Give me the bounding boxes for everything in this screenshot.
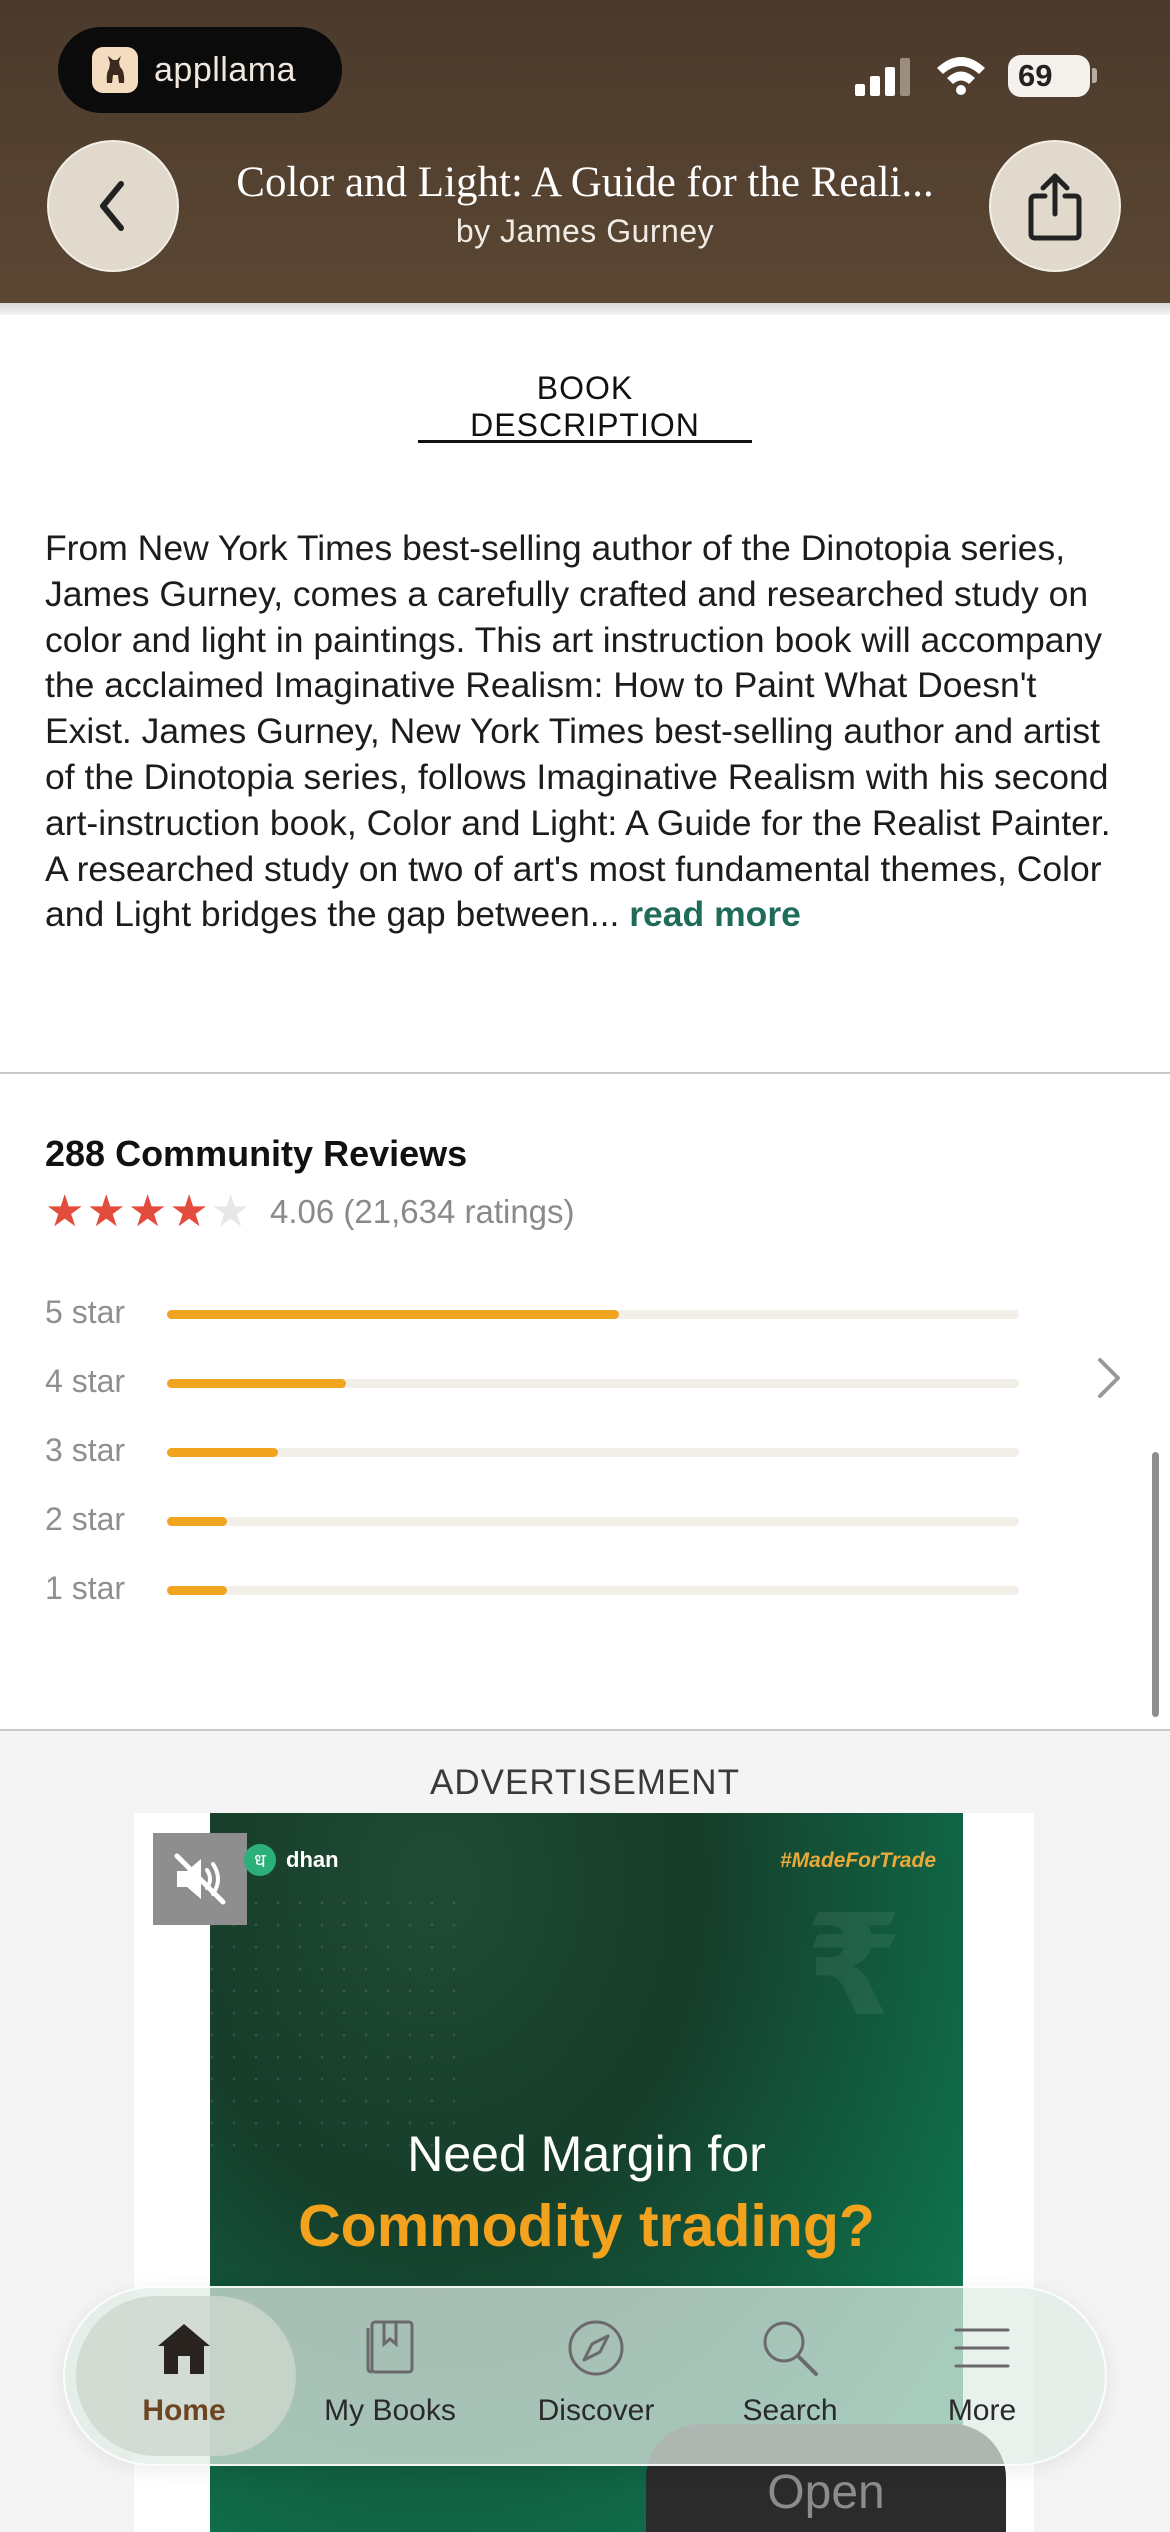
rating-bar-fill — [167, 1448, 278, 1457]
rupee-icon: ₹ — [805, 1887, 903, 2044]
tab-label: My Books — [324, 2394, 456, 2427]
book-author: by James Gurney — [455, 213, 715, 249]
battery-tip — [1092, 68, 1097, 83]
tab-search[interactable]: Search — [690, 2316, 890, 2446]
tab-home[interactable]: Home — [84, 2316, 284, 2446]
home-icon — [158, 2324, 210, 2374]
reviews-title: 288 Community Reviews — [45, 1133, 468, 1174]
ad-headline-1: Need Margin for — [407, 2126, 766, 2182]
rating-row-label: 4 star — [45, 1363, 126, 1399]
rating-row-3[interactable]: 3 star — [45, 1432, 1045, 1472]
ad-brand-name: dhan — [286, 1847, 339, 1872]
advertisement-label: ADVERTISEMENT — [430, 1763, 740, 1802]
rating-bar-track — [167, 1310, 1019, 1319]
speaker-muted-icon — [174, 1853, 226, 1905]
tab-my-books[interactable]: My Books — [290, 2316, 490, 2446]
chevron-left-icon — [100, 181, 124, 231]
scrollbar[interactable] — [1152, 1452, 1159, 1717]
book-title: Color and Light: A Guide for the Reali..… — [236, 159, 934, 206]
tab-discover[interactable]: Discover — [496, 2316, 696, 2446]
title-block: Color and Light: A Guide for the Reali..… — [190, 158, 980, 250]
app-name: appllama — [154, 50, 296, 89]
rating-bar-track — [167, 1448, 1019, 1457]
ad-headline-2: Commodity trading? — [298, 2193, 875, 2259]
ad-brand: ध dhan — [244, 1844, 339, 1876]
star-icon: ★ — [127, 1187, 168, 1236]
star-icon: ★ — [169, 1187, 209, 1236]
tab-more[interactable]: More — [882, 2316, 1082, 2446]
rating-row-5[interactable]: 5 star — [45, 1294, 1045, 1334]
rating-bar-fill — [167, 1379, 346, 1388]
cellular-signal-icon — [855, 58, 910, 96]
share-button[interactable] — [989, 140, 1121, 272]
read-more-link[interactable]: read more — [629, 894, 801, 934]
rating-stars: ★ ★ ★ ★ ★ — [45, 1190, 250, 1234]
llama-logo-icon — [92, 47, 138, 93]
tab-label: Search — [742, 2394, 838, 2427]
rating-row-label: 3 star — [45, 1432, 126, 1468]
rating-row-label: 5 star — [45, 1294, 126, 1330]
ad-hashtag: #MadeForTrade — [780, 1849, 936, 1872]
rating-row-2[interactable]: 2 star — [45, 1501, 1045, 1541]
rating-bar-track — [167, 1517, 1019, 1526]
book-icon — [366, 2320, 414, 2374]
rating-row-label: 2 star — [45, 1501, 126, 1537]
app-indicator-pill[interactable]: appllama — [58, 27, 342, 113]
rating-bar-fill — [167, 1517, 227, 1526]
tab-label: Home — [142, 2394, 226, 2427]
rating-bar-track — [167, 1586, 1019, 1595]
chevron-right-icon[interactable] — [1094, 1356, 1124, 1400]
tab-label: More — [947, 2394, 1017, 2427]
rating-row-1[interactable]: 1 star — [45, 1570, 1045, 1610]
rating-bar-fill — [167, 1586, 227, 1595]
tab-label: Discover — [537, 2394, 655, 2427]
tab-underline — [418, 440, 752, 443]
header-divider — [0, 303, 1170, 315]
rating-row-4[interactable]: 4 star — [45, 1363, 1045, 1403]
tab-book-description[interactable]: BOOK DESCRIPTION — [418, 370, 752, 444]
mute-button[interactable] — [153, 1833, 247, 1925]
star-icon: ★ — [45, 1187, 85, 1236]
section-divider — [0, 1072, 1170, 1074]
description-body: From New York Times best-selling author … — [45, 528, 1111, 935]
rating-row-label: 1 star — [45, 1570, 126, 1606]
share-icon — [1028, 173, 1082, 241]
wifi-icon — [937, 57, 985, 95]
rating-summary: 4.06 (21,634 ratings) — [270, 1193, 575, 1230]
book-description-text: From New York Times best-selling author … — [45, 526, 1130, 938]
battery-indicator: 69 — [1008, 55, 1090, 97]
search-icon — [763, 2321, 818, 2376]
battery-level: 69 — [1018, 58, 1053, 93]
rating-bar-track — [167, 1379, 1019, 1388]
menu-icon — [954, 2328, 1010, 2368]
back-button[interactable] — [47, 140, 179, 272]
dhan-logo-icon: ध — [244, 1844, 276, 1876]
compass-icon — [568, 2320, 624, 2376]
rating-bar-fill — [167, 1310, 619, 1319]
star-icon: ★ — [86, 1187, 126, 1236]
star-empty-icon: ★ — [210, 1187, 251, 1236]
